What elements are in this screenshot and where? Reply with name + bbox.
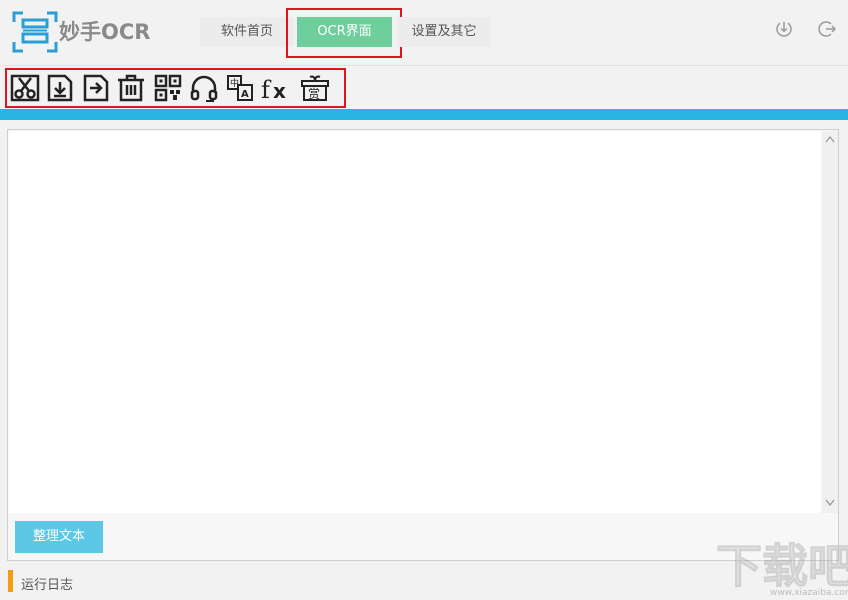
ocr-text-area[interactable] (9, 131, 821, 513)
tab-home[interactable]: 软件首页 (200, 17, 294, 47)
editor-panel: 整理文本 (7, 129, 839, 561)
tidy-text-button[interactable]: 整理文本 (15, 521, 103, 553)
svg-text:x: x (273, 79, 286, 103)
watermark-text: 下载吧 (716, 539, 848, 593)
headphones-icon[interactable] (189, 73, 219, 103)
logout-icon[interactable] (818, 20, 836, 38)
app-window: 妙手OCR 软件首页 OCR界面 设置及其它 中 A f x 赏 整理文本 运行… (0, 0, 848, 600)
log-marker (8, 570, 13, 592)
gift-reward-glyph: 赏 (308, 87, 320, 101)
watermark-url: www.xiazaiba.com (770, 588, 848, 598)
scissors-icon[interactable] (10, 73, 40, 103)
scroll-up-arrow-icon[interactable] (825, 135, 835, 143)
scroll-down-arrow-icon[interactable] (825, 499, 835, 507)
import-file-icon[interactable] (45, 73, 75, 103)
app-logo (12, 10, 58, 54)
log-label[interactable]: 运行日志 (21, 574, 73, 593)
download-icon[interactable] (775, 20, 793, 38)
svg-text:f: f (261, 76, 272, 103)
ocr-tab-highlight-box (286, 8, 402, 58)
app-title: 妙手OCR (59, 20, 151, 44)
accent-divider-bar (0, 109, 848, 120)
trash-icon[interactable] (116, 73, 146, 103)
tab-settings[interactable]: 设置及其它 (397, 17, 491, 47)
vertical-scrollbar[interactable] (822, 131, 838, 513)
translate-icon[interactable]: 中 A (225, 73, 255, 103)
svg-text:A: A (241, 89, 249, 100)
qr-code-icon[interactable] (153, 73, 183, 103)
header-bar: 妙手OCR 软件首页 OCR界面 设置及其它 (0, 0, 848, 66)
toolbar: 中 A f x 赏 (0, 66, 848, 109)
gift-icon[interactable]: 赏 (300, 73, 330, 103)
formula-icon[interactable]: f x (261, 73, 291, 103)
export-file-icon[interactable] (81, 73, 111, 103)
scan-logo-icon (12, 11, 58, 53)
